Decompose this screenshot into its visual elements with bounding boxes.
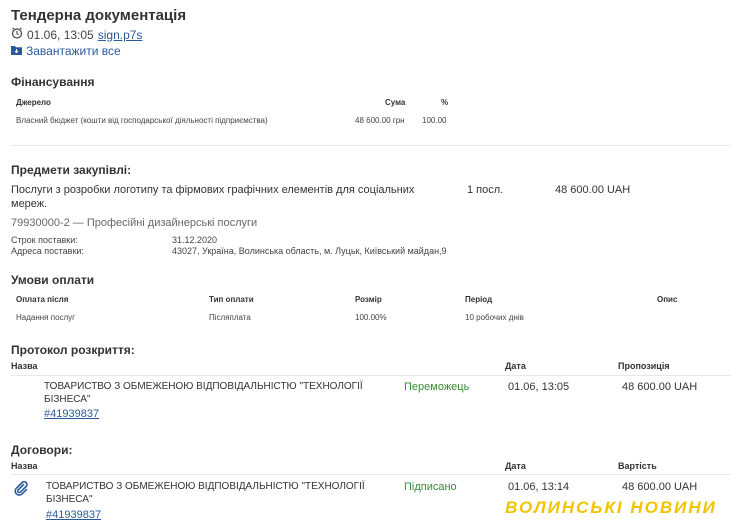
payment-col-period: Період [465,295,493,304]
divider [11,375,731,376]
document-meta: 01.06, 13:05 sign.p7s [11,27,142,42]
payment-col-description: Опис [657,295,678,304]
item-description-line1: Послуги з розробки логотипу та фірмових … [11,184,415,196]
payment-col-type: Тип оплати [209,295,254,304]
delivery-address: 43027, Україна, Волинська область, м. Лу… [172,246,447,256]
download-all-button[interactable]: Завантажити все [11,44,121,58]
protocol-status: Переможець [404,381,470,393]
news-watermark-logo: ВОЛИНСЬКІ НОВИНИ [493,494,729,522]
financing-source: Власний бюджет (кошти від господарської … [16,116,268,125]
divider [11,474,731,475]
financing-percent: 100.00 [422,116,447,125]
financing-col-source: Джерело [16,98,51,107]
protocol-bidder-name-line2: БІЗНЕСА" [44,394,91,405]
payment-col-size: Розмір [355,295,382,304]
clock-icon [11,27,23,42]
item-quantity: 1 посл. [467,184,504,196]
divider [11,145,731,146]
payment-period: 10 робочих днів [465,313,524,322]
payment-size: 100.00% [355,313,387,322]
delivery-address-label: Адреса поставки: [11,246,84,256]
financing-amount: 48 600.00 грн [355,116,405,125]
financing-col-amount: Сума [385,98,406,107]
contracts-col-date: Дата [505,461,526,471]
protocol-bidder-id-link[interactable]: #41939837 [44,408,99,420]
contract-date: 01.06, 13:14 [508,481,570,493]
protocol-bidder-name-line1: ТОВАРИСТВО З ОБМЕЖЕНОЮ ВІДПОВІДАЛЬНІСТЮ … [44,381,363,392]
contracts-heading: Договори: [11,443,73,457]
payment-col-after: Оплата після [16,295,69,304]
folder-download-icon [11,44,22,58]
contract-value: 48 600.00 UAH [622,481,698,493]
protocol-heading: Протокол розкриття: [11,343,135,357]
protocol-col-name: Назва [11,361,38,371]
signature-file-link[interactable]: sign.p7s [98,28,143,42]
contract-supplier-name-line1: ТОВАРИСТВО З ОБМЕЖЕНОЮ ВІДПОВІДАЛЬНІСТЮ … [46,481,365,492]
document-date: 01.06, 13:05 [27,27,94,42]
item-classification: 79930000-2 — Професійні дизайнерські пос… [11,217,258,229]
payment-after: Надання послуг [16,313,76,322]
paperclip-icon[interactable] [14,480,28,501]
payment-heading: Умови оплати [11,273,95,287]
item-price: 48 600.00 UAH [555,184,631,196]
items-heading: Предмети закупівлі: [11,163,132,177]
contracts-col-value: Вартість [618,461,657,471]
contracts-col-name: Назва [11,461,38,471]
delivery-date-label: Строк поставки: [11,235,78,245]
contract-supplier-name-line2: БІЗНЕСА" [46,494,93,505]
protocol-col-date: Дата [505,361,526,371]
contract-supplier-id-link[interactable]: #41939837 [46,509,101,521]
payment-type: Післяплата [209,313,251,322]
protocol-col-offer: Пропозиція [618,361,670,371]
financing-col-percent: % [441,98,449,107]
item-description-line2: мереж. [11,198,48,210]
protocol-offer: 48 600.00 UAH [622,381,698,393]
download-all-label: Завантажити все [26,44,121,58]
page-title: Тендерна документація [11,7,187,24]
delivery-date: 31.12.2020 [172,235,218,245]
protocol-date: 01.06, 13:05 [508,381,570,393]
financing-heading: Фінансування [11,75,95,89]
contract-status: Підписано [404,481,457,493]
